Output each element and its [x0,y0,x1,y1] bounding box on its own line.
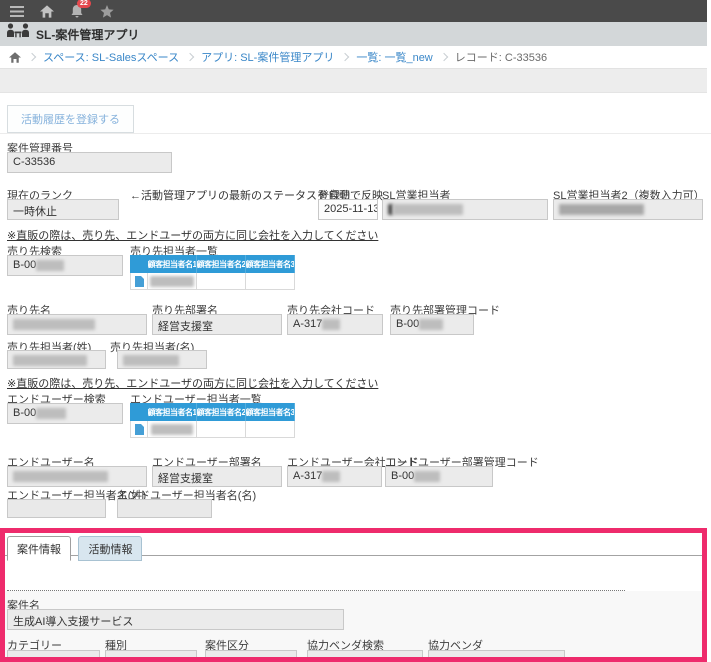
enduser-dept-code-field[interactable]: B-00 [385,466,493,487]
redacted-value [13,319,95,330]
table-cell [246,273,295,290]
table-cell [197,273,246,290]
enduser-contacts-table: 顧客担当者名1 顧客担当者名2 顧客担当者名3 [130,403,295,438]
redacted-value [36,260,64,271]
table-cell [197,421,246,438]
dotted-divider [7,590,625,591]
record-document-icon[interactable] [130,273,148,290]
case-name-field[interactable]: 生成AI導入支援サービス [7,609,344,630]
redacted-value [419,319,443,330]
redacted-value [13,471,108,482]
vendor-search-field[interactable] [307,650,423,662]
column-header: 顧客担当者名1 [148,403,197,421]
seller-dept-field[interactable]: 経営支援室 [152,314,282,335]
table-cell [148,273,197,290]
breadcrumb: スペース: SL-Salesスペース アプリ: SL-案件管理アプリ 一覧: 一… [0,46,707,68]
enduser-rep-first-field[interactable] [117,499,212,518]
star-icon[interactable] [99,3,115,19]
enduser-dept-field[interactable]: 経営支援室 [152,466,282,487]
record-document-icon[interactable] [130,421,148,438]
registration-date-field[interactable]: 2025-11-13 [318,199,378,220]
record-toolbar-band [0,68,707,93]
tab-activity-info[interactable]: 活動情報 [78,536,142,561]
redacted-value [393,204,463,215]
seller-dept-code-field[interactable]: B-00 [390,314,474,335]
enduser-search-field[interactable]: B-00 [7,403,123,424]
global-topbar: 22 [0,0,707,22]
table-header-row: 顧客担当者名1 顧客担当者名2 顧客担当者名3 [130,255,295,273]
app-header: SL-案件管理アプリ [0,22,707,46]
record-detail-page: 22 SL-案件管理アプリ スペース: SL-Salesスペース アプリ: SL… [0,0,711,662]
breadcrumb-space-link[interactable]: スペース: SL-Salesスペース [43,49,179,65]
redacted-value [123,355,179,366]
register-activity-button[interactable]: 活動履歴を登録する [7,105,134,133]
redacted-value [150,276,194,287]
table-cell [246,421,295,438]
direct-sales-note: ※直販の際は、売り先、エンドユーザの両方に同じ会社を入力してください [7,227,378,243]
seller-company-code-field[interactable]: A-317 [287,314,383,335]
highlighted-tab-section: 案件情報 活動情報 案件名 生成AI導入支援サービス カテゴリー 種別 案件区分… [0,528,707,662]
tab-strip: 案件情報 活動情報 [5,534,702,556]
breadcrumb-separator [341,52,349,60]
redacted-value [13,355,87,366]
header-icon-cell [130,403,148,421]
case-number-field[interactable]: C-33536 [7,152,172,173]
column-header: 顧客担当者名1 [148,255,197,273]
seller-search-field[interactable]: B-00 [7,255,123,276]
redacted-value [559,204,644,215]
column-header: 顧客担当者名2 [197,255,246,273]
case-class-field[interactable] [205,650,297,662]
home-icon[interactable] [39,3,55,19]
seller-name-field[interactable] [7,314,147,335]
app-title: SL-案件管理アプリ [36,26,139,43]
vendor-field[interactable] [428,650,565,662]
enduser-company-code-field[interactable]: A-317 [287,466,382,487]
breadcrumb-view-link[interactable]: 一覧: 一覧_new [356,49,432,65]
current-rank-field[interactable]: 一時休止 [7,199,119,220]
seller-contacts-table: 顧客担当者名1 顧客担当者名2 顧客担当者名3 [130,255,295,290]
direct-sales-note: ※直販の際は、売り先、エンドユーザの両方に同じ会社を入力してください [7,375,378,391]
column-header: 顧客担当者名3 [246,403,295,421]
column-header: 顧客担当者名2 [197,403,246,421]
redacted-value [36,408,66,419]
table-row [130,421,295,438]
seller-rep-first-field[interactable] [117,350,207,369]
sl-rep-field[interactable] [382,199,548,220]
breadcrumb-separator [186,52,194,60]
category-field[interactable] [7,650,100,662]
table-row [130,273,295,290]
notification-badge: 22 [77,0,91,8]
table-header-row: 顧客担当者名1 顧客担当者名2 顧客担当者名3 [130,403,295,421]
menu-icon[interactable] [9,3,25,19]
redacted-value [322,471,340,482]
enduser-name-field[interactable] [7,466,147,487]
redacted-value [414,471,440,482]
redacted-value [151,424,193,435]
breadcrumb-separator [28,52,36,60]
tab-case-info[interactable]: 案件情報 [7,536,71,561]
header-icon-cell [130,255,148,273]
seller-rep-last-field[interactable] [7,350,106,369]
people-meeting-icon [6,23,30,45]
breadcrumb-record-current: レコード: C-33536 [455,49,547,65]
table-cell [148,421,197,438]
record-form: 案件管理番号 C-33536 現在のランク 一時休止 ←活動管理アプリの最新のス… [0,133,711,528]
column-header: 顧客担当者名3 [246,255,295,273]
breadcrumb-separator [440,52,448,60]
sl-rep2-field[interactable] [553,199,703,220]
redacted-value [322,319,340,330]
bell-icon[interactable]: 22 [69,3,85,19]
type-field[interactable] [105,650,197,662]
breadcrumb-home-icon[interactable] [9,52,21,63]
enduser-rep-last-field[interactable] [7,499,106,518]
breadcrumb-app-link[interactable]: アプリ: SL-案件管理アプリ [201,49,334,65]
